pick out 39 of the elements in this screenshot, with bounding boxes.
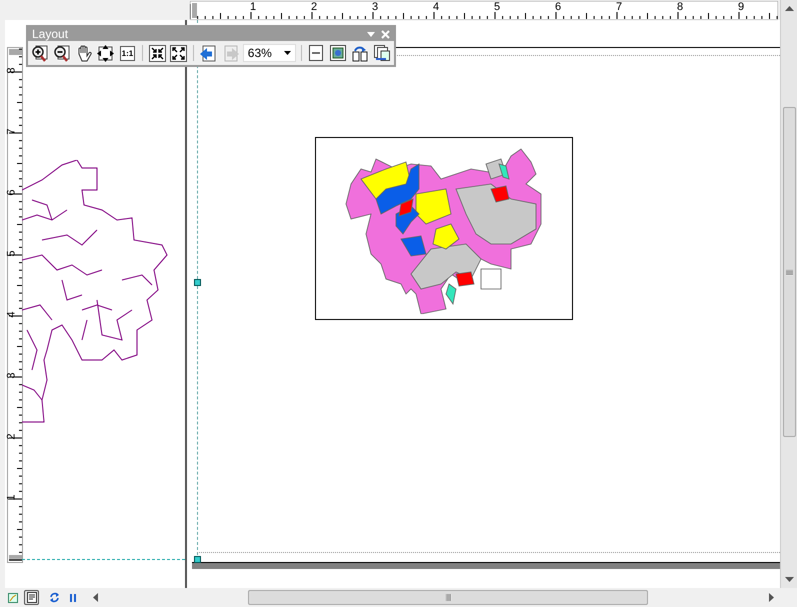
vertical-scrollbar[interactable] bbox=[780, 0, 797, 588]
fixed-zoom-in-button[interactable] bbox=[148, 43, 167, 63]
ruler-label: 3 bbox=[372, 2, 380, 12]
fixed-zoom-out-button[interactable] bbox=[170, 43, 188, 63]
selection-handle[interactable] bbox=[194, 279, 201, 286]
pause-icon[interactable] bbox=[70, 594, 77, 602]
ruler-label: 2 bbox=[311, 2, 318, 12]
selection-handle[interactable] bbox=[194, 556, 201, 563]
scroll-left-icon[interactable] bbox=[93, 593, 98, 602]
ruler-label: 1 bbox=[250, 2, 258, 12]
dropdown-icon[interactable] bbox=[367, 32, 375, 36]
zoom-in-button[interactable] bbox=[31, 43, 50, 63]
refresh-icon[interactable] bbox=[49, 592, 60, 603]
scroll-down-icon[interactable] bbox=[784, 577, 794, 582]
actual-size-button[interactable]: 1:1 bbox=[118, 43, 137, 63]
back-button[interactable] bbox=[199, 43, 218, 63]
ruler-label: 7 bbox=[616, 2, 624, 12]
close-icon[interactable] bbox=[381, 30, 390, 38]
caret-icon[interactable] bbox=[284, 51, 291, 55]
scroll-right-icon[interactable] bbox=[769, 593, 774, 602]
zoom-dropdown[interactable]: 63% bbox=[242, 44, 296, 62]
focus-frame-button[interactable] bbox=[328, 43, 348, 63]
toolbar-title: Layout bbox=[32, 27, 68, 41]
draft-mode-button[interactable] bbox=[306, 43, 326, 63]
ruler-label: 6 bbox=[555, 2, 562, 12]
data-view-button[interactable] bbox=[5, 590, 20, 605]
scrollbar-thumb[interactable] bbox=[248, 590, 648, 605]
full-extent-button[interactable] bbox=[96, 43, 116, 63]
ruler-label: 8 bbox=[677, 2, 684, 12]
ruler-label: 4 bbox=[433, 2, 440, 12]
scrollbar-thumb[interactable] bbox=[782, 107, 796, 437]
zoom-out-button[interactable] bbox=[52, 43, 72, 63]
pages-button[interactable] bbox=[372, 43, 391, 63]
ruler-label: 7 bbox=[6, 127, 18, 136]
layout-view-button[interactable] bbox=[24, 590, 39, 605]
ruler-label: 9 bbox=[738, 2, 746, 12]
ruler-label: 5 bbox=[494, 2, 502, 12]
map-frame[interactable] bbox=[315, 137, 573, 320]
scroll-up-icon[interactable] bbox=[784, 6, 794, 11]
